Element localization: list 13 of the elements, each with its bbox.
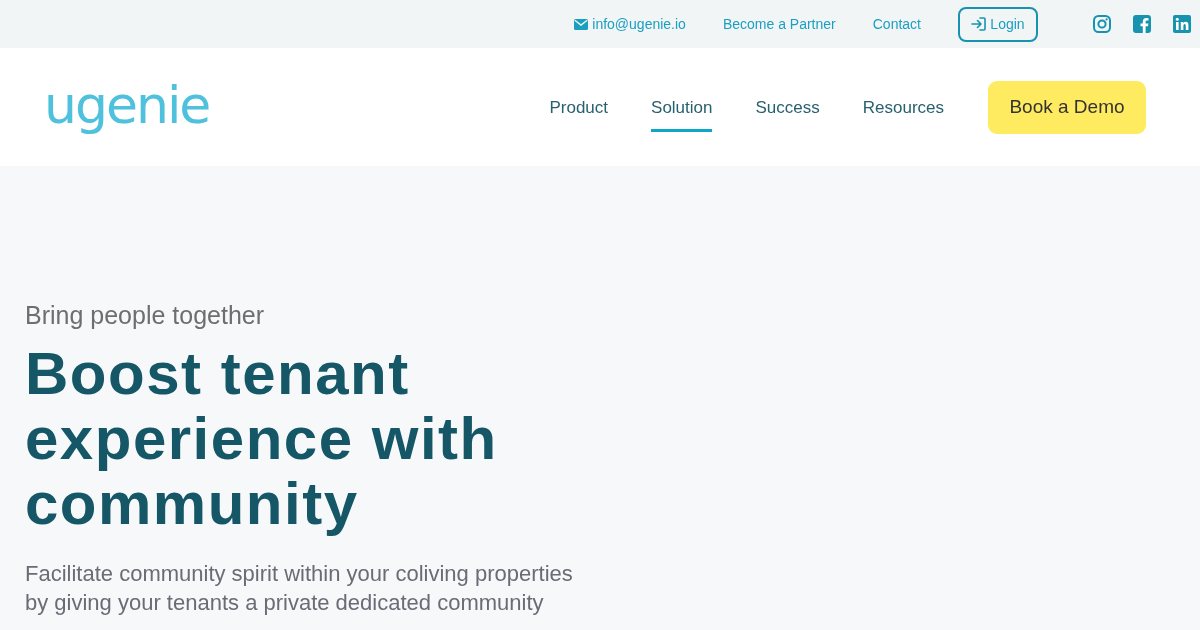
book-demo-button[interactable]: Book a Demo — [988, 80, 1146, 134]
hero-eyebrow: Bring people together — [25, 300, 266, 330]
nav-link[interactable]: Product — [549, 86, 609, 132]
nav-link[interactable]: Success — [755, 86, 820, 132]
nav-link[interactable]: Solution — [651, 86, 713, 132]
facebook-icon[interactable] — [1133, 15, 1151, 33]
hero-heading: Boost tenant experience with community — [25, 341, 499, 536]
login-icon — [971, 17, 987, 31]
envelope-icon — [574, 18, 589, 30]
linkedin-icon[interactable] — [1173, 15, 1191, 33]
nav-link[interactable]: Resources — [862, 86, 944, 132]
instagram-icon[interactable] — [1093, 15, 1111, 33]
hero-description: Facilitate community spirit within your coliving properties by giving your tenants a private dedicated community — [25, 560, 574, 617]
